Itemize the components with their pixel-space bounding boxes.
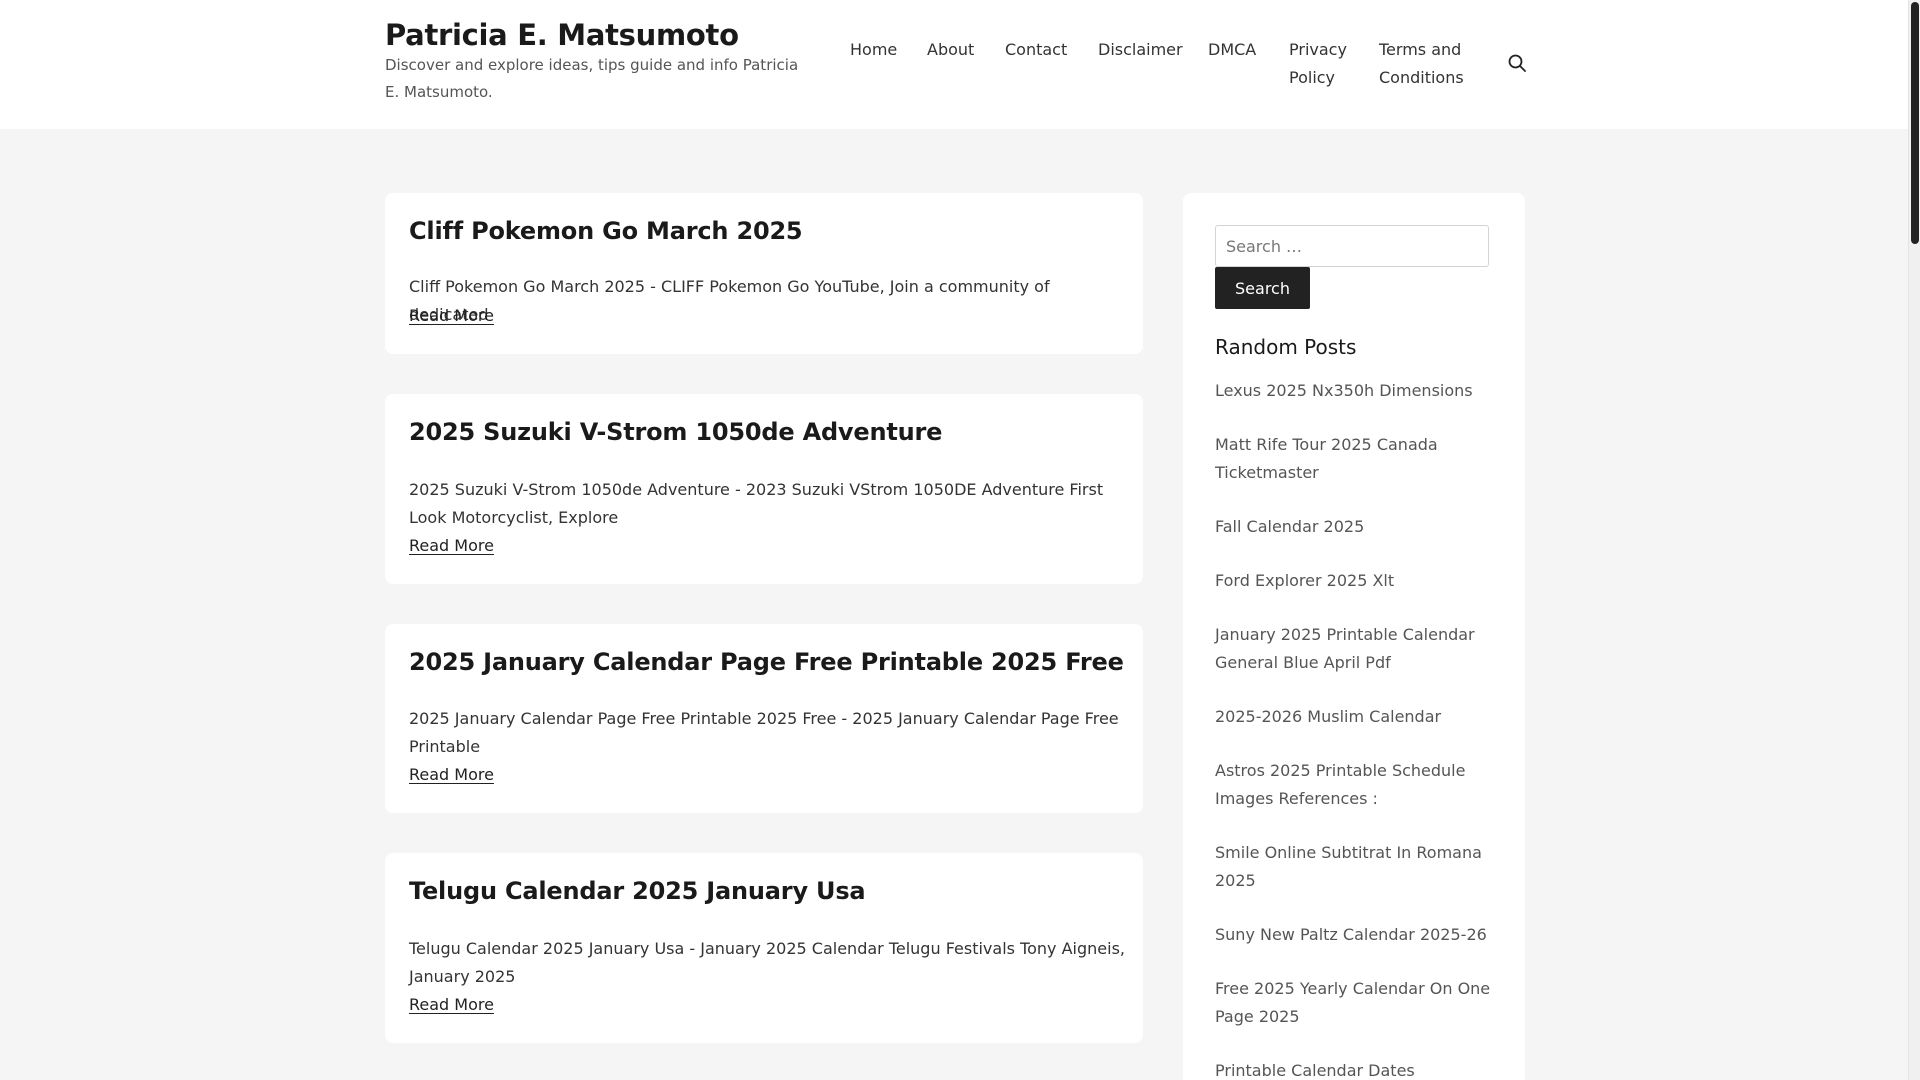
nav-privacy-policy[interactable]: Privacy Policy: [1289, 36, 1347, 92]
post-title[interactable]: 2025 January Calendar Page Free Printabl…: [409, 648, 1124, 676]
random-post-link[interactable]: January 2025 Printable Calendar General …: [1215, 621, 1495, 677]
nav-about[interactable]: About: [927, 36, 974, 64]
site-description: Discover and explore ideas, tips guide a…: [385, 56, 799, 101]
nav-disclaimer[interactable]: Disclaimer: [1098, 36, 1183, 64]
post-excerpt: Telugu Calendar 2025 January Usa - Janua…: [409, 939, 1125, 986]
search-input[interactable]: [1215, 225, 1489, 267]
random-post-link[interactable]: Matt Rife Tour 2025 Canada Ticketmaster: [1215, 431, 1495, 487]
random-post-link[interactable]: Printable Calendar Dates: [1215, 1057, 1495, 1080]
random-post-link[interactable]: Astros 2025 Printable Schedule Images Re…: [1215, 757, 1495, 813]
random-post-link[interactable]: Free 2025 Yearly Calendar On One Page 20…: [1215, 975, 1495, 1031]
site-header: Patricia E. Matsumoto Discover and explo…: [0, 0, 1908, 129]
nav-terms-and-conditions[interactable]: Terms and Conditions: [1379, 36, 1464, 92]
random-post-link[interactable]: 2025-2026 Muslim Calendar: [1215, 703, 1495, 731]
sidebar: Search Random Posts Lexus 2025 Nx350h Di…: [1183, 193, 1525, 1080]
scrollbar-thumb[interactable]: [1911, 2, 1919, 244]
random-post-link[interactable]: Suny New Paltz Calendar 2025-26: [1215, 921, 1495, 949]
post-excerpt: 2025 January Calendar Page Free Printabl…: [409, 709, 1119, 756]
random-posts-title: Random Posts: [1215, 335, 1357, 359]
post-excerpt: 2025 Suzuki V-Strom 1050de Adventure - 2…: [409, 480, 1104, 527]
post-title[interactable]: Telugu Calendar 2025 January Usa: [409, 877, 866, 905]
page-scrollbar[interactable]: [1908, 0, 1920, 1080]
post-card: 2025 January Calendar Page Free Printabl…: [385, 624, 1143, 813]
random-post-link[interactable]: Ford Explorer 2025 Xlt: [1215, 567, 1495, 595]
read-more-link[interactable]: Read More: [409, 994, 494, 1016]
post-card: Cliff Pokemon Go March 2025 Cliff Pokemo…: [385, 193, 1143, 354]
search-button[interactable]: Search: [1215, 267, 1310, 309]
post-excerpt: Cliff Pokemon Go March 2025 - CLIFF Poke…: [409, 277, 1050, 324]
post-card: Telugu Calendar 2025 January Usa Telugu …: [385, 853, 1143, 1043]
nav-dmca[interactable]: DMCA: [1208, 36, 1256, 64]
read-more-link[interactable]: Read More: [409, 764, 494, 786]
nav-contact[interactable]: Contact: [1005, 36, 1067, 64]
random-post-link[interactable]: Lexus 2025 Nx350h Dimensions: [1215, 377, 1495, 405]
random-post-link[interactable]: Smile Online Subtitrat In Romana 2025: [1215, 839, 1495, 895]
post-title[interactable]: Cliff Pokemon Go March 2025: [409, 217, 803, 245]
post-card: 2025 Suzuki V-Strom 1050de Adventure 202…: [385, 394, 1143, 584]
search-icon[interactable]: [1506, 52, 1528, 74]
read-more-link[interactable]: Read More: [409, 305, 494, 327]
post-title[interactable]: 2025 Suzuki V-Strom 1050de Adventure: [409, 418, 942, 446]
random-post-link[interactable]: Fall Calendar 2025: [1215, 513, 1495, 541]
read-more-link[interactable]: Read More: [409, 535, 494, 557]
nav-home[interactable]: Home: [850, 36, 897, 64]
site-title[interactable]: Patricia E. Matsumoto: [385, 18, 739, 52]
